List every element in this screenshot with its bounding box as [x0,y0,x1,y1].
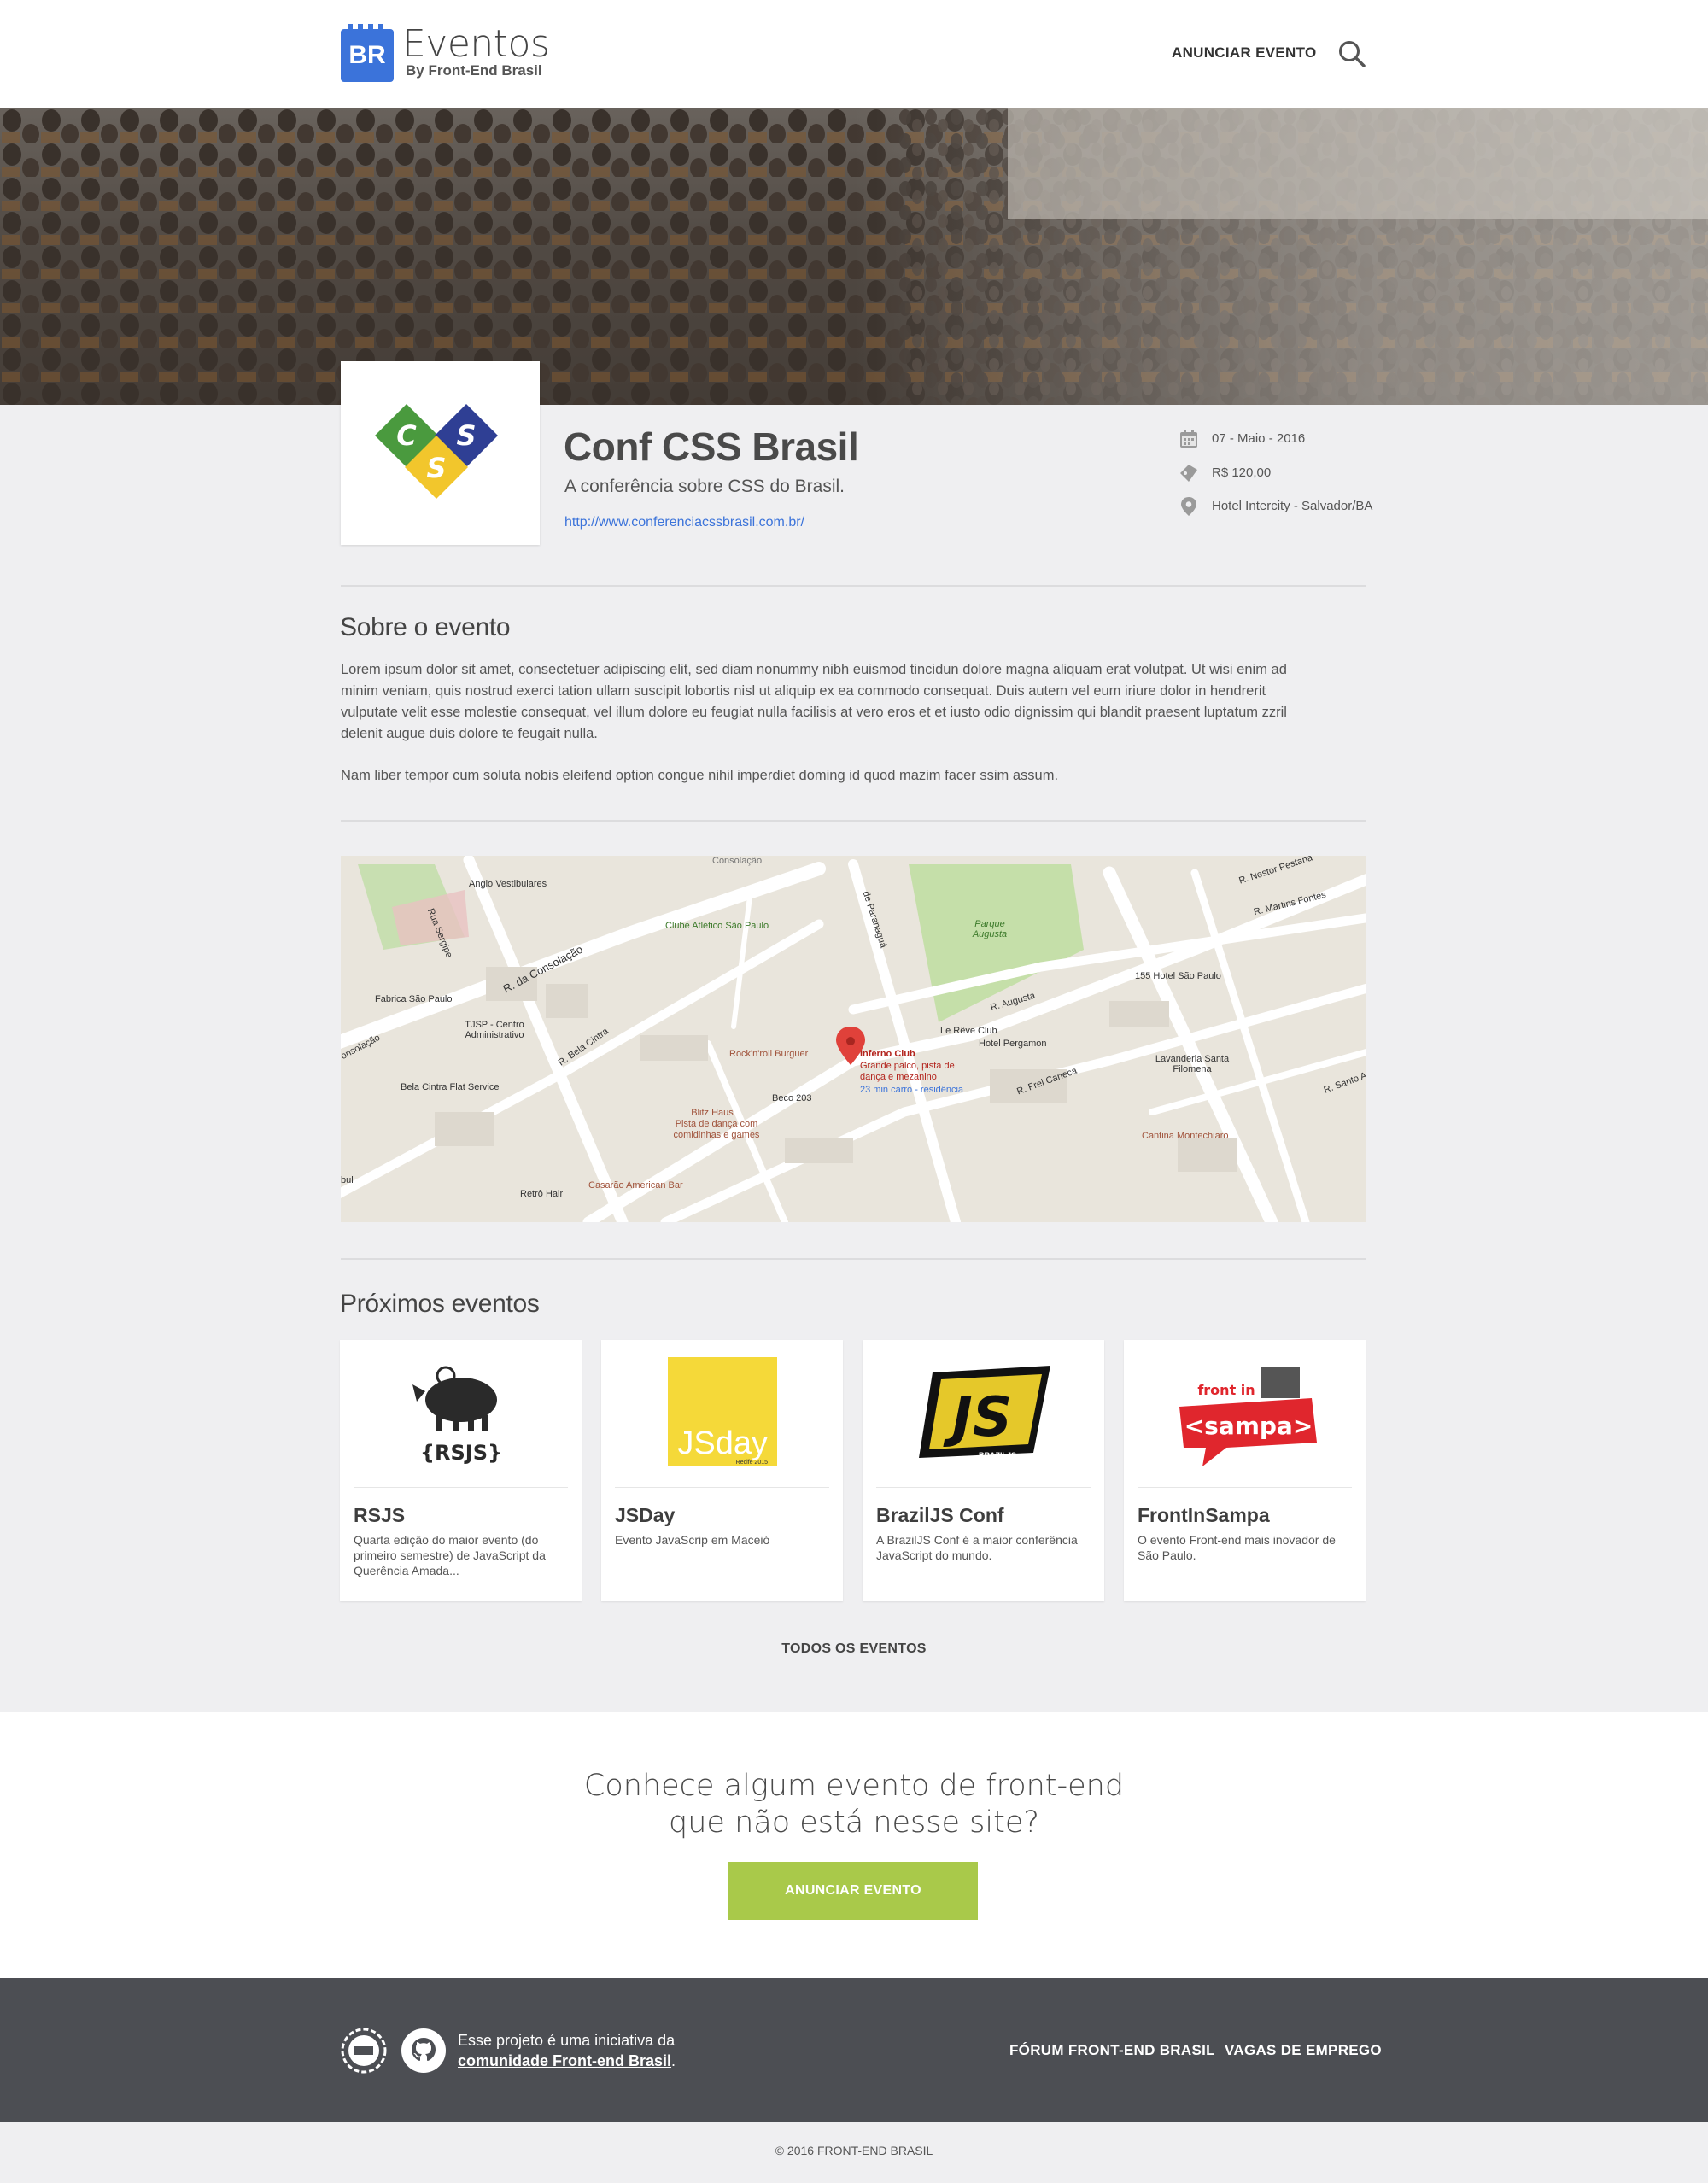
jsday-logo-text: JSday [677,1425,768,1461]
map-label: Rock'n'roll Burguer [729,1049,809,1059]
footer-initiative-text: Esse projeto é uma iniciativa da comunid… [458,2030,676,2071]
event-price-text: R$ 120,00 [1212,465,1272,480]
calendar-icon [1180,430,1197,448]
front-end-brasil-badge-icon[interactable] [341,2028,387,2074]
map-label: Parque Augusta [972,919,1008,939]
community-link[interactable]: comunidade Front-end Brasil [458,2052,671,2069]
logo-title: Eventos [402,22,550,66]
about-paragraph-2: Nam liber tempor cum soluta nobis eleife… [341,768,1059,783]
event-date-text: 07 - Maio - 2016 [1212,431,1306,446]
event-location-text: Hotel Intercity - Salvador/BA [1212,499,1373,513]
braziljs-logo-text: JS [943,1386,1012,1449]
card-description: O evento Front-end mais inovador de São … [1138,1533,1336,1562]
map-label: Clube Atlético São Paulo [665,921,769,931]
card-title: RSJS [354,1504,406,1526]
map-label: Anglo Vestibulares [469,879,547,889]
map-label: Pista de dança com comidinhas e games [673,1119,760,1140]
frontinsampa-logo-text: <sampa> [1184,1412,1313,1440]
card-separator [1138,1487,1352,1488]
site-logo[interactable]: BR Eventos By Front-End Brasil [341,22,597,85]
card-separator [354,1487,568,1488]
map-label: Grande palco, pista de dança e mezanino [860,1061,955,1082]
card-description: Evento JavaScrip em Maceió [615,1533,770,1547]
divider [341,820,1366,822]
copyright: © 2016 FRONT-END BRASIL [775,2144,933,2157]
logo-subtitle: By Front-End Brasil [406,62,542,79]
map-label: Beco 203 [772,1093,812,1103]
hero-image [0,108,1708,405]
footer-text-suffix: . [671,2052,676,2069]
braziljs-logo: JS BRAZILJS [919,1366,1050,1460]
next-events-title: Próximos eventos [340,1290,540,1318]
map-label: 23 min carro - residência [860,1085,964,1095]
map-label: bul [341,1175,354,1185]
map-label: Consolação [712,856,763,866]
logo-letter-s2: S [426,452,446,484]
map-label: Le Rêve Club [940,1026,997,1036]
logo-badge: BR [341,24,394,82]
event-subtitle: A conferência sobre CSS do Brasil. [564,477,845,496]
event-card-frontinsampa[interactable]: <sampa> front in FrontInSampa O evento F… [1124,1340,1366,1601]
footer-jobs-link[interactable]: VAGAS DE EMPREGO [1225,2042,1382,2059]
location-pin-icon [1181,497,1196,516]
braziljs-logo-small: BRAZILJS [979,1451,1016,1460]
location-map[interactable]: Anglo Vestibulares Consolação Rua Sergip… [341,856,1366,1222]
divider [341,1258,1366,1260]
frontinsampa-logo-small: front in [1197,1382,1255,1398]
event-logo-card: C S S [341,361,540,545]
nav-announce-event[interactable]: ANUNCIAR EVENTO [1172,44,1316,61]
rsjs-logo-text: {RSJS} [420,1441,502,1465]
event-card-jsday[interactable]: JSday Recife 2015 JSDay Evento JavaScrip… [601,1340,843,1601]
hero-overlay [854,108,1708,405]
map-label: Blitz Haus [691,1108,734,1118]
event-card-rsjs[interactable]: {RSJS} RSJS Quarta edição do maior event… [340,1340,582,1601]
footer-text-line-2: comunidade Front-end Brasil. [458,2051,676,2071]
footer-forum-link[interactable]: FÓRUM FRONT-END BRASIL [1009,2042,1215,2059]
search-icon[interactable] [1337,39,1366,68]
card-title: FrontInSampa [1138,1504,1270,1526]
map-label: Hotel Pergamon [979,1039,1047,1049]
card-title: BrazilJS Conf [876,1504,1004,1526]
map-label: Retrô Hair [520,1189,564,1199]
about-paragraph-1: Lorem ipsum dolor sit amet, consectetuer… [341,662,1287,741]
card-description: Quarta edição do maior evento (do primei… [354,1533,546,1577]
site-footer: Esse projeto é uma iniciativa da comunid… [0,1978,1708,2122]
rsjs-logo: {RSJS} [412,1366,502,1465]
footer-text-line-1: Esse projeto é uma iniciativa da [458,2032,676,2049]
css-conf-logo: C S S [375,404,498,499]
divider [341,585,1366,587]
event-title: Conf CSS Brasil [564,424,859,469]
logo-letter-c: C [396,419,417,452]
cta-title: Conhece algum evento de front-end que nã… [0,1768,1708,1841]
card-description: A BrazilJS Conf é a maior conferência Ja… [876,1533,1078,1562]
map-label: Casarão American Bar [588,1180,683,1191]
logo-letter-s1: S [456,419,476,452]
map-label: Cantina Montechiaro [1142,1131,1229,1141]
site-header: BR Eventos By Front-End Brasil ANUNCIAR … [0,0,1708,108]
event-card-braziljs[interactable]: JS BRAZILJS BrazilJS Conf A BrazilJS Con… [863,1340,1104,1601]
about-title: Sobre o evento [340,613,511,641]
frontinsampa-logo: <sampa> front in [1179,1367,1317,1466]
map-label: Lavanderia Santa Filomena [1155,1054,1230,1074]
cta-title-line-2: que não está nesse site? [669,1806,1039,1840]
card-separator [876,1487,1091,1488]
announce-event-button[interactable]: ANUNCIAR EVENTO [728,1862,978,1920]
jsday-logo-small: Recife 2015 [736,1460,768,1466]
jsday-logo: JSday Recife 2015 [668,1357,777,1466]
cta-section: Conhece algum evento de front-end que nã… [0,1712,1708,1978]
github-icon[interactable] [401,2028,447,2074]
map-label: TJSP - Centro Administrativo [465,1020,524,1040]
cta-title-line-1: Conhece algum evento de front-end [583,1769,1125,1803]
card-title: JSDay [615,1504,676,1526]
event-website-link[interactable]: http://www.conferenciacssbrasil.com.br/ [564,515,804,530]
map-label: Bela Cintra Flat Service [401,1082,500,1092]
map-label: Inferno Club [860,1049,915,1059]
card-separator [615,1487,829,1488]
ticket-icon [1180,465,1197,482]
map-label: Fabrica São Paulo [375,994,453,1004]
all-events-link[interactable]: TODOS OS EVENTOS [0,1642,1708,1657]
map-label: 155 Hotel São Paulo [1135,971,1221,981]
